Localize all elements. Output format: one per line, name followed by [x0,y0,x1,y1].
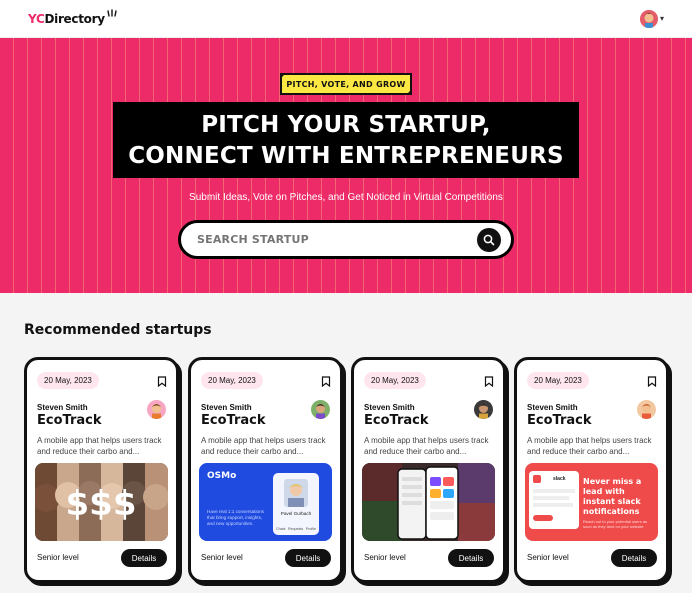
startup-card[interactable]: 20 May, 2023 Steven Smith EcoTrack A mob… [24,357,179,583]
thumb-text: Have real 1:1 conversations that bring s… [207,509,264,526]
startup-card[interactable]: 20 May, 2023 Steven Smith EcoTrack A mob… [351,357,506,583]
bookmark-icon[interactable] [157,376,167,387]
details-button[interactable]: Details [285,549,331,567]
startup-card[interactable]: 20 May, 2023 Steven Smith EcoTrack A mob… [188,357,343,583]
thumb-slack-card: slack [529,471,579,529]
card-image[interactable] [362,463,495,541]
card-description: A mobile app that helps users track and … [37,436,162,456]
startup-card[interactable]: 20 May, 2023 Steven Smith EcoTrack A mob… [514,357,669,583]
search-button[interactable] [477,227,501,252]
card-date: 20 May, 2023 [527,372,589,389]
user-menu[interactable]: ▾ [639,9,664,28]
card-author[interactable]: Steven Smith [37,403,88,412]
author-avatar[interactable] [474,400,493,419]
user-avatar[interactable] [639,9,658,28]
details-button[interactable]: Details [448,549,494,567]
card-level: Senior level [527,553,569,562]
thumb-profile-name: Pavel Gurbach [280,511,312,516]
section-title: Recommended startups [24,322,212,338]
card-level: Senior level [364,553,406,562]
card-date: 20 May, 2023 [37,372,99,389]
logo-yc: YC [28,11,45,26]
chevron-down-icon[interactable]: ▾ [660,14,664,23]
thumb-slack-label: slack [553,476,566,482]
hero-tag: PITCH, VOTE, AND GROW [280,73,412,95]
card-image[interactable]: OSMo Have real 1:1 conversations that br… [199,463,332,541]
author-avatar[interactable] [147,400,166,419]
hero-headline: PITCH YOUR STARTUP, CONNECT WITH ENTREPR… [113,102,579,178]
thumb-tabs: Chats Requests Profile [276,527,316,531]
bookmark-icon[interactable] [647,376,657,387]
thumb-tab: Requests [288,527,304,531]
card-level: Senior level [37,553,79,562]
headline-line-1: PITCH YOUR STARTUP, [201,112,491,138]
search-input[interactable] [197,233,457,246]
card-description: A mobile app that helps users track and … [364,436,489,456]
bookmark-icon[interactable] [484,376,494,387]
search-icon [483,234,495,245]
card-author[interactable]: Steven Smith [527,403,578,412]
card-date: 20 May, 2023 [201,372,263,389]
card-title[interactable]: EcoTrack [37,413,102,428]
card-date: 20 May, 2023 [364,372,426,389]
headline-line-2: CONNECT WITH ENTREPRENEURS [128,143,564,169]
card-title[interactable]: EcoTrack [527,413,592,428]
thumb-tab: Chats [276,527,286,531]
hero-subtitle: Submit Ideas, Vote on Pitches, and Get N… [189,192,503,203]
logo-spark-icon [107,8,117,17]
card-image[interactable]: slack Never miss a lead with instant sla… [525,463,658,541]
card-level: Senior level [201,553,243,562]
logo[interactable]: YC Directory [28,8,117,26]
thumb-brand: OSMo [207,471,237,481]
author-avatar[interactable] [637,400,656,419]
svg-text:$$$: $$$ [66,484,137,524]
card-image[interactable]: $$$ [35,463,168,541]
thumb-headline: Never miss a lead with instant slack not… [583,477,642,516]
thumb-profile-card: Pavel Gurbach Chats Requests Profile [273,473,319,535]
card-author[interactable]: Steven Smith [364,403,415,412]
details-button[interactable]: Details [121,549,167,567]
card-description: A mobile app that helps users track and … [527,436,652,456]
author-avatar[interactable] [311,400,330,419]
app-icon [533,475,541,483]
search-bar [178,220,514,259]
thumb-subtext: Reach out to your potential users as soo… [583,519,648,529]
thumb-tab: Profile [305,527,316,531]
logo-directory: Directory [44,11,105,26]
bookmark-icon[interactable] [321,376,331,387]
card-title[interactable]: EcoTrack [364,413,429,428]
card-title[interactable]: EcoTrack [201,413,266,428]
navbar: YC Directory ▾ [0,0,692,38]
card-description: A mobile app that helps users track and … [201,436,326,456]
details-button[interactable]: Details [611,549,657,567]
card-author[interactable]: Steven Smith [201,403,252,412]
